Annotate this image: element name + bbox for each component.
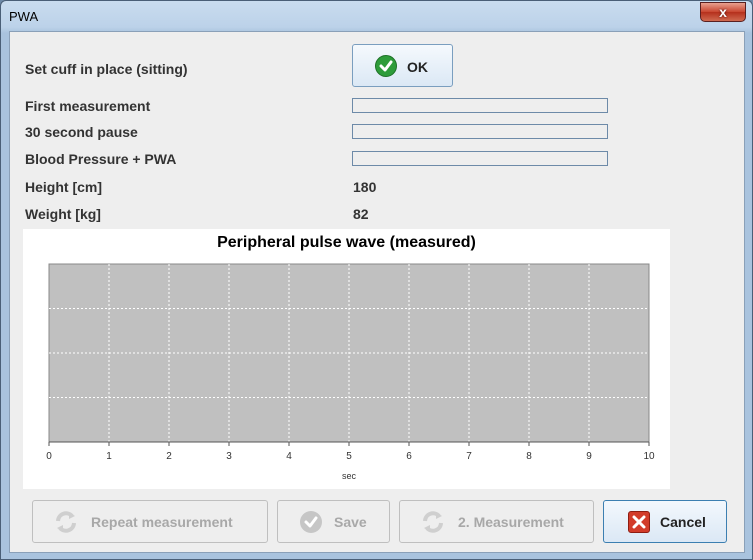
dialog-content: Set cuff in place (sitting) OK First mea… — [9, 31, 745, 553]
pause-progress — [352, 124, 608, 139]
refresh-icon — [56, 511, 76, 533]
ok-button[interactable]: OK — [352, 44, 453, 87]
x-axis-label: sec — [342, 471, 357, 481]
window-title: PWA — [9, 9, 39, 24]
x-tick-label: 4 — [286, 451, 292, 462]
x-tick-label: 5 — [346, 451, 352, 462]
x-tick-label: 0 — [46, 451, 52, 462]
weight-value: 82 — [353, 206, 369, 222]
ok-button-label: OK — [407, 59, 428, 75]
row-label-bp-pwa: Blood Pressure + PWA — [25, 151, 177, 167]
cancel-x-icon — [628, 511, 650, 533]
cancel-label: Cancel — [660, 514, 706, 530]
refresh-icon — [423, 511, 443, 533]
second-measurement-label: 2. Measurement — [458, 514, 564, 530]
x-tick-label: 9 — [586, 451, 592, 462]
check-circle-icon — [300, 511, 322, 533]
title-bar[interactable]: PWA x — [1, 1, 752, 31]
first-measurement-progress — [352, 98, 608, 113]
row-label-height: Height [cm] — [25, 179, 102, 195]
save-label: Save — [334, 514, 367, 530]
x-tick-label: 7 — [466, 451, 472, 462]
pulse-wave-chart: Peripheral pulse wave (measured) 0123456… — [23, 229, 670, 489]
cancel-button[interactable]: Cancel — [603, 500, 727, 543]
bp-pwa-progress — [352, 151, 608, 166]
height-value: 180 — [353, 179, 377, 195]
second-measurement-button[interactable]: 2. Measurement — [399, 500, 594, 543]
row-label-weight: Weight [kg] — [25, 206, 101, 222]
row-label-pause: 30 second pause — [25, 124, 138, 140]
x-tick-label: 8 — [526, 451, 532, 462]
check-circle-icon — [375, 55, 397, 77]
x-tick-label: 6 — [406, 451, 412, 462]
x-tick-label: 2 — [166, 451, 172, 462]
x-tick-label: 3 — [226, 451, 232, 462]
x-tick-label: 10 — [643, 451, 655, 462]
repeat-measurement-button[interactable]: Repeat measurement — [32, 500, 268, 543]
save-button[interactable]: Save — [277, 500, 390, 543]
repeat-measurement-label: Repeat measurement — [91, 514, 233, 530]
chart-plot: 0 1 2 3 4 5 6 7 8 9 10 sec — [46, 263, 655, 481]
close-button[interactable]: x — [700, 2, 746, 22]
row-label-set-cuff: Set cuff in place (sitting) — [25, 61, 188, 77]
row-label-first-measurement: First measurement — [25, 98, 151, 114]
x-tick-label: 1 — [106, 451, 112, 462]
close-icon: x — [719, 4, 727, 20]
pwa-window: PWA x Set cuff in place (sitting) OK Fir… — [0, 0, 753, 560]
